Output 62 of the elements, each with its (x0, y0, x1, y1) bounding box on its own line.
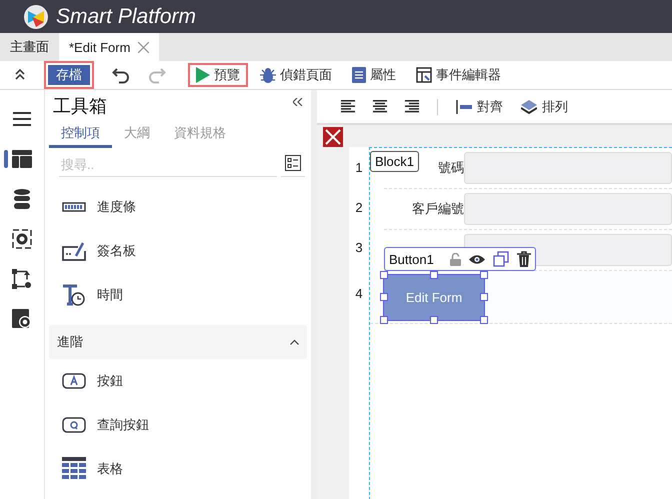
layers-icon (521, 100, 537, 114)
collapse-panel-icon[interactable] (293, 98, 303, 106)
debug-button[interactable]: 偵錯頁面 (252, 63, 340, 87)
event-editor-button[interactable]: 事件編輯器 (408, 63, 509, 87)
save-button[interactable]: 存檔 (48, 65, 90, 85)
field-label: 號碼 (438, 159, 464, 177)
chevron-icon[interactable] (290, 339, 299, 345)
document-icon (352, 67, 366, 83)
section-header[interactable]: 進階 (49, 325, 307, 359)
app-title: Smart Platform (56, 4, 196, 28)
progress-bar-icon (62, 202, 86, 212)
close-icon[interactable] (138, 42, 150, 52)
table-icon (62, 457, 86, 481)
list-view-icon[interactable] (285, 154, 301, 170)
time-icon (62, 284, 86, 306)
lock-icon[interactable] (450, 252, 461, 266)
logo-icon (24, 4, 48, 28)
editor-tab[interactable]: 主畫面 (0, 33, 59, 61)
input-field[interactable] (464, 193, 672, 225)
query-button-icon (62, 417, 86, 433)
settings-icon[interactable] (12, 229, 32, 249)
row-number: 1 (355, 160, 363, 174)
input-field[interactable] (464, 152, 672, 184)
config-icon[interactable] (12, 309, 32, 329)
toolbox-item[interactable]: 表格 (97, 460, 123, 478)
row-number: 4 (355, 286, 363, 300)
flow-icon[interactable] (12, 269, 32, 289)
section-title: 進階 (57, 333, 83, 351)
toolbox-item[interactable]: 進度條 (97, 198, 136, 216)
field-label: 客戶編號 (412, 200, 464, 218)
align-button[interactable]: 對齊 (456, 98, 503, 116)
block-label: Block1 (370, 151, 420, 172)
eye-icon[interactable] (468, 254, 485, 264)
toolbox-title: 工具箱 (53, 95, 107, 118)
row-number: 2 (355, 200, 363, 214)
play-icon (196, 67, 210, 83)
toolbox-item[interactable]: 時間 (97, 286, 123, 304)
align-center-icon[interactable] (373, 100, 387, 113)
toolbox-item[interactable]: 按鈕 (97, 372, 123, 390)
copy-icon[interactable] (492, 251, 509, 267)
window-icon (416, 67, 432, 83)
menu-icon[interactable] (13, 112, 31, 126)
editor-tab[interactable]: *Edit Form (59, 33, 160, 61)
layout-icon[interactable] (12, 150, 32, 168)
align-left-icon[interactable] (341, 100, 355, 113)
close-icon[interactable] (323, 127, 343, 147)
toolbox-item[interactable]: 簽名板 (97, 242, 136, 260)
button-control-icon (62, 373, 86, 389)
signature-pad-icon (62, 241, 86, 261)
bug-icon (260, 67, 276, 83)
delete-icon[interactable] (516, 251, 531, 267)
control-name: Button1 (389, 252, 434, 266)
row-number: 3 (355, 240, 363, 254)
collapse-icon[interactable] (14, 68, 26, 80)
arrange-button[interactable]: 排列 (521, 98, 568, 116)
properties-button[interactable]: 屬性 (344, 63, 404, 87)
toolbox-item[interactable]: 查詢按鈕 (97, 416, 149, 434)
preview-button[interactable]: 預覽 (188, 63, 248, 87)
database-icon[interactable] (14, 189, 30, 209)
align-right-icon[interactable] (405, 100, 419, 113)
align-icon (456, 100, 472, 114)
toolbox-tab[interactable]: 控制項 (49, 122, 112, 148)
